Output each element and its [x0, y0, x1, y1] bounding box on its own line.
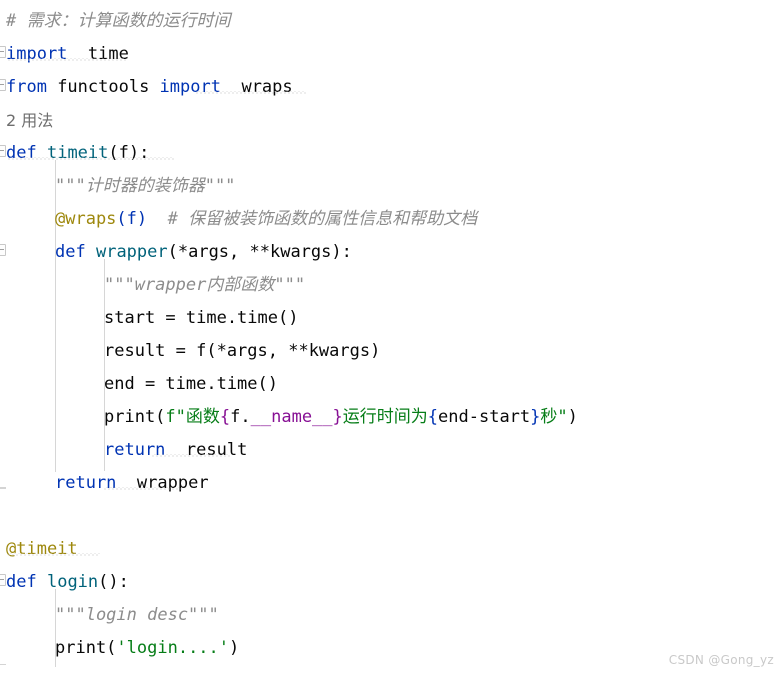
code-line[interactable]: """login desc""" — [55, 599, 219, 632]
code-line[interactable]: start = time.time() — [104, 302, 298, 335]
fold-rail-end-2 — [0, 664, 6, 665]
code-token-magenta: { — [219, 407, 231, 427]
code-token-note: 2 用法 — [6, 111, 54, 130]
code-token-cmt: 保留被装饰函数的属性信息和帮助文档 — [188, 209, 478, 229]
code-token-cmt: # — [6, 11, 27, 31]
code-token-kw: import — [159, 77, 221, 97]
code-line[interactable]: return result — [104, 434, 247, 467]
code-token-plain: functools — [46, 77, 160, 97]
code-token-dec: @wraps — [55, 209, 117, 229]
code-token-doc: """计时器的装饰器""" — [55, 176, 236, 196]
code-line[interactable]: return wrapper — [55, 467, 209, 500]
code-token-brace: } — [530, 407, 541, 427]
fold-def-wrapper-icon[interactable] — [0, 244, 6, 256]
code-token-str: 秒" — [540, 407, 568, 427]
code-token-kw: return — [104, 440, 166, 460]
code-token-str: 'login....' — [116, 638, 230, 658]
code-token-plain: result — [185, 440, 248, 460]
code-token-fn: timeit — [46, 143, 109, 163]
code-token-magenta: __name__ — [250, 407, 333, 427]
code-token-cmt: 需求：计算函数的运行时间 — [26, 11, 231, 31]
squiggle-import-wraps — [196, 91, 306, 94]
code-token-plain: ) — [567, 407, 578, 427]
code-token-kw: import — [6, 44, 68, 64]
code-token-kw: def — [6, 572, 37, 592]
code-token-doc: """login desc""" — [55, 605, 219, 625]
code-token-plain: ) — [229, 638, 240, 658]
code-token-plain: time — [87, 44, 129, 64]
code-line[interactable]: def wrapper(*args, **kwargs): — [55, 236, 352, 269]
code-line[interactable]: print(f"函数{f.__name__}运行时间为{end-start}秒"… — [104, 401, 578, 434]
code-token-kw: def — [55, 242, 86, 262]
code-line[interactable]: from functools import wraps — [6, 71, 293, 104]
code-token-plain: end-start — [438, 407, 531, 427]
annotation-line[interactable]: 2 用法 — [6, 104, 53, 137]
code-token-doc: """wrapper内部函数""" — [104, 275, 306, 295]
code-token-kw: return — [55, 473, 117, 493]
squiggle-import-time — [8, 58, 126, 61]
code-token-plain: (*args, **kwargs): — [167, 242, 352, 262]
code-line[interactable]: print('login....') — [55, 632, 239, 665]
code-token-plain: start = time.time() — [104, 308, 299, 328]
code-line[interactable]: result = f(*args, **kwargs) — [104, 335, 380, 368]
code-token-plain: (): — [98, 572, 129, 592]
squiggle-return-result — [152, 454, 230, 457]
code-token-kw: def — [6, 143, 37, 163]
code-token-cmt: # — [167, 209, 189, 229]
code-line[interactable]: """wrapper内部函数""" — [104, 269, 305, 302]
code-line[interactable]: def timeit(f): — [6, 137, 149, 170]
squiggle-timeit-dec — [8, 553, 100, 556]
code-token-kw: from — [6, 77, 47, 97]
code-token-plain: f. — [230, 407, 251, 427]
fold-rail-end-1 — [0, 488, 6, 489]
squiggle-return-wrapper — [104, 487, 182, 490]
code-token-magenta: } — [332, 407, 343, 427]
code-line[interactable]: """计时器的装饰器""" — [55, 170, 235, 203]
code-token-dec: @timeit — [6, 539, 78, 559]
code-token-brace: (f) — [116, 209, 148, 229]
code-token-plain: result = f(*args, **kwargs) — [104, 341, 381, 361]
code-line[interactable]: def login(): — [6, 566, 129, 599]
code-token-brace: { — [427, 407, 439, 427]
code-token-plain: end = time.time() — [104, 374, 278, 394]
csdn-watermark: CSDN @Gong_yz — [668, 653, 774, 667]
code-token-plain: wraps — [241, 77, 293, 97]
code-token-str: f"函数 — [165, 407, 220, 427]
code-token-plain: (f): — [108, 143, 150, 163]
code-token-str: 运行时间为 — [342, 407, 428, 427]
code-token-plain: wrapper — [136, 473, 209, 493]
code-line[interactable]: import time — [6, 38, 129, 71]
code-token-fn: login — [46, 572, 99, 592]
code-line[interactable]: @wraps(f) # 保留被装饰函数的属性信息和帮助文档 — [55, 203, 477, 236]
code-editor[interactable]: # 需求：计算函数的运行时间 import time from functools … — [0, 0, 784, 677]
code-line[interactable]: # 需求：计算函数的运行时间 — [6, 5, 230, 38]
code-token-plain: print( — [104, 407, 166, 427]
code-line[interactable]: end = time.time() — [104, 368, 278, 401]
code-token-fn: wrapper — [95, 242, 168, 262]
code-line[interactable]: @timeit — [6, 533, 78, 566]
squiggle-def-timeit — [8, 157, 174, 160]
code-token-plain: print( — [55, 638, 117, 658]
